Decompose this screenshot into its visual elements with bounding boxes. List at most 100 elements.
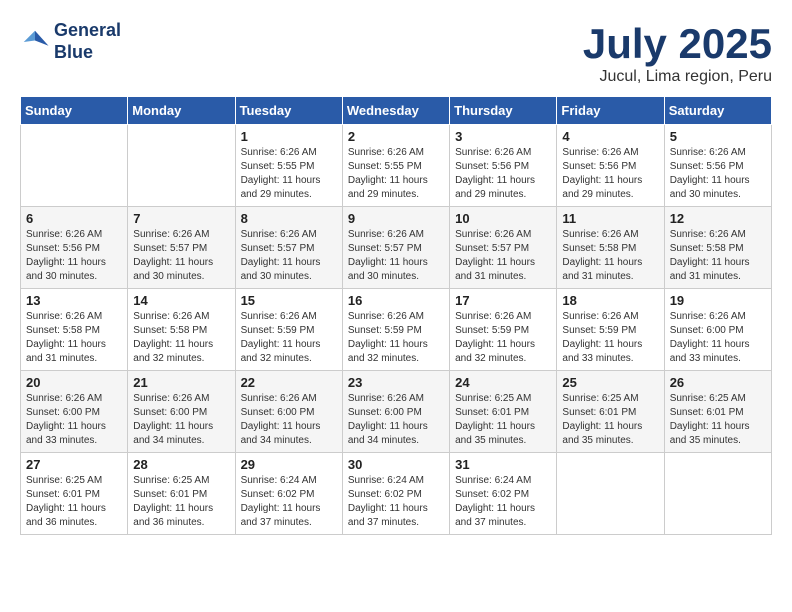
calendar-cell: 21Sunrise: 6:26 AMSunset: 6:00 PMDayligh… — [128, 371, 235, 453]
calendar-cell: 2 Sunrise: 6:26 AMSunset: 5:55 PMDaylight… — [342, 125, 449, 207]
day-number: 13 — [26, 293, 122, 308]
cell-info: Sunrise: 6:26 AMSunset: 5:58 PMDaylight:… — [562, 228, 658, 284]
calendar-cell: 26 Sunrise: 6:25 AMSunset: 6:01 PMDayligh… — [664, 371, 771, 453]
calendar-cell: 31 Sunrise: 6:24 AMSunset: 6:02 PMDayligh… — [450, 453, 557, 535]
cell-info: Sunrise: 6:26 AMSunset: 5:56 PMDaylight:… — [26, 228, 122, 284]
cell-info: Sunrise: 6:26 AMSunset: 5:59 PMDaylight:… — [455, 310, 551, 366]
cell-info: Sunrise: 6:26 AMSunset: 5:58 PMDaylight:… — [26, 310, 122, 366]
calendar-cell — [557, 453, 664, 535]
cell-info: Sunrise: 6:26 AMSunset: 5:56 PMDaylight:… — [455, 146, 551, 202]
calendar-cell: 9Sunrise: 6:26 AMSunset: 5:57 PMDaylight… — [342, 207, 449, 289]
cell-info: Sunrise: 6:26 AMSunset: 5:55 PMDaylight:… — [241, 146, 337, 202]
cell-info: Sunrise: 6:26 AMSunset: 6:00 PMDaylight:… — [26, 392, 122, 448]
cell-info: Sunrise: 6:24 AMSunset: 6:02 PMDaylight:… — [241, 474, 337, 530]
cell-info: Sunrise: 6:26 AMSunset: 5:57 PMDaylight:… — [348, 228, 444, 284]
cell-info: Sunrise: 6:26 AMSunset: 6:00 PMDaylight:… — [670, 310, 766, 366]
weekday-header: Tuesday — [235, 97, 342, 125]
day-number: 31 — [455, 457, 551, 472]
calendar-cell — [21, 125, 128, 207]
day-number: 8 — [241, 211, 337, 226]
calendar-cell: 3 Sunrise: 6:26 AMSunset: 5:56 PMDaylight… — [450, 125, 557, 207]
logo-text: General Blue — [54, 20, 121, 63]
cell-info: Sunrise: 6:26 AMSunset: 5:59 PMDaylight:… — [241, 310, 337, 366]
day-number: 17 — [455, 293, 551, 308]
day-number: 23 — [348, 375, 444, 390]
cell-info: Sunrise: 6:25 AMSunset: 6:01 PMDaylight:… — [26, 474, 122, 530]
calendar-week-row: 27 Sunrise: 6:25 AMSunset: 6:01 PMDayligh… — [21, 453, 772, 535]
cell-info: Sunrise: 6:26 AMSunset: 5:57 PMDaylight:… — [455, 228, 551, 284]
cell-info: Sunrise: 6:25 AMSunset: 6:01 PMDaylight:… — [455, 392, 551, 448]
calendar-cell — [664, 453, 771, 535]
calendar-cell: 4 Sunrise: 6:26 AMSunset: 5:56 PMDaylight… — [557, 125, 664, 207]
cell-info: Sunrise: 6:25 AMSunset: 6:01 PMDaylight:… — [133, 474, 229, 530]
calendar-week-row: 1Sunrise: 6:26 AMSunset: 5:55 PMDaylight… — [21, 125, 772, 207]
day-number: 11 — [562, 211, 658, 226]
cell-info: Sunrise: 6:26 AMSunset: 5:58 PMDaylight:… — [133, 310, 229, 366]
cell-info: Sunrise: 6:26 AMSunset: 5:56 PMDaylight:… — [562, 146, 658, 202]
calendar-cell: 5 Sunrise: 6:26 AMSunset: 5:56 PMDaylight… — [664, 125, 771, 207]
weekday-header: Thursday — [450, 97, 557, 125]
calendar-cell: 25Sunrise: 6:25 AMSunset: 6:01 PMDayligh… — [557, 371, 664, 453]
day-number: 15 — [241, 293, 337, 308]
calendar-cell: 29 Sunrise: 6:24 AMSunset: 6:02 PMDayligh… — [235, 453, 342, 535]
cell-info: Sunrise: 6:26 AMSunset: 5:59 PMDaylight:… — [562, 310, 658, 366]
day-number: 20 — [26, 375, 122, 390]
calendar-table: SundayMondayTuesdayWednesdayThursdayFrid… — [20, 96, 772, 535]
day-number: 29 — [241, 457, 337, 472]
day-number: 3 — [455, 129, 551, 144]
day-number: 18 — [562, 293, 658, 308]
calendar-cell: 13 Sunrise: 6:26 AMSunset: 5:58 PMDayligh… — [21, 289, 128, 371]
cell-info: Sunrise: 6:26 AMSunset: 6:00 PMDaylight:… — [348, 392, 444, 448]
weekday-header: Friday — [557, 97, 664, 125]
calendar-cell: 11 Sunrise: 6:26 AMSunset: 5:58 PMDayligh… — [557, 207, 664, 289]
weekday-header: Monday — [128, 97, 235, 125]
weekday-header: Saturday — [664, 97, 771, 125]
day-number: 4 — [562, 129, 658, 144]
calendar-cell: 28 Sunrise: 6:25 AMSunset: 6:01 PMDayligh… — [128, 453, 235, 535]
calendar-week-row: 6Sunrise: 6:26 AMSunset: 5:56 PMDaylight… — [21, 207, 772, 289]
page-header: General Blue July 2025 Jucul, Lima regio… — [20, 20, 772, 86]
calendar-cell: 22 Sunrise: 6:26 AMSunset: 6:00 PMDayligh… — [235, 371, 342, 453]
calendar-cell: 27 Sunrise: 6:25 AMSunset: 6:01 PMDayligh… — [21, 453, 128, 535]
calendar-week-row: 20 Sunrise: 6:26 AMSunset: 6:00 PMDayligh… — [21, 371, 772, 453]
logo: General Blue — [20, 20, 121, 63]
cell-info: Sunrise: 6:26 AMSunset: 5:57 PMDaylight:… — [241, 228, 337, 284]
day-number: 30 — [348, 457, 444, 472]
cell-info: Sunrise: 6:24 AMSunset: 6:02 PMDaylight:… — [455, 474, 551, 530]
cell-info: Sunrise: 6:26 AMSunset: 5:56 PMDaylight:… — [670, 146, 766, 202]
calendar-cell: 12 Sunrise: 6:26 AMSunset: 5:58 PMDayligh… — [664, 207, 771, 289]
month-title: July 2025 — [583, 20, 772, 68]
calendar-cell: 14 Sunrise: 6:26 AMSunset: 5:58 PMDayligh… — [128, 289, 235, 371]
day-number: 25 — [562, 375, 658, 390]
day-number: 12 — [670, 211, 766, 226]
calendar-cell: 16 Sunrise: 6:26 AMSunset: 5:59 PMDayligh… — [342, 289, 449, 371]
cell-info: Sunrise: 6:26 AMSunset: 6:00 PMDaylight:… — [133, 392, 229, 448]
calendar-cell: 17 Sunrise: 6:26 AMSunset: 5:59 PMDayligh… — [450, 289, 557, 371]
day-number: 28 — [133, 457, 229, 472]
day-number: 22 — [241, 375, 337, 390]
cell-info: Sunrise: 6:25 AMSunset: 6:01 PMDaylight:… — [670, 392, 766, 448]
calendar-header-row: SundayMondayTuesdayWednesdayThursdayFrid… — [21, 97, 772, 125]
day-number: 16 — [348, 293, 444, 308]
cell-info: Sunrise: 6:26 AMSunset: 5:55 PMDaylight:… — [348, 146, 444, 202]
cell-info: Sunrise: 6:26 AMSunset: 5:57 PMDaylight:… — [133, 228, 229, 284]
calendar-cell: 7 Sunrise: 6:26 AMSunset: 5:57 PMDaylight… — [128, 207, 235, 289]
day-number: 27 — [26, 457, 122, 472]
calendar-cell: 15 Sunrise: 6:26 AMSunset: 5:59 PMDayligh… — [235, 289, 342, 371]
calendar-cell: 6Sunrise: 6:26 AMSunset: 5:56 PMDaylight… — [21, 207, 128, 289]
day-number: 14 — [133, 293, 229, 308]
cell-info: Sunrise: 6:26 AMSunset: 6:00 PMDaylight:… — [241, 392, 337, 448]
calendar-cell: 1Sunrise: 6:26 AMSunset: 5:55 PMDaylight… — [235, 125, 342, 207]
calendar-cell: 30Sunrise: 6:24 AMSunset: 6:02 PMDayligh… — [342, 453, 449, 535]
day-number: 26 — [670, 375, 766, 390]
calendar-cell: 10Sunrise: 6:26 AMSunset: 5:57 PMDayligh… — [450, 207, 557, 289]
calendar-cell: 19Sunrise: 6:26 AMSunset: 6:00 PMDayligh… — [664, 289, 771, 371]
calendar-cell: 23 Sunrise: 6:26 AMSunset: 6:00 PMDayligh… — [342, 371, 449, 453]
day-number: 2 — [348, 129, 444, 144]
day-number: 5 — [670, 129, 766, 144]
day-number: 7 — [133, 211, 229, 226]
cell-info: Sunrise: 6:26 AMSunset: 5:58 PMDaylight:… — [670, 228, 766, 284]
calendar-cell: 8 Sunrise: 6:26 AMSunset: 5:57 PMDaylight… — [235, 207, 342, 289]
location: Jucul, Lima region, Peru — [583, 68, 772, 86]
cell-info: Sunrise: 6:26 AMSunset: 5:59 PMDaylight:… — [348, 310, 444, 366]
